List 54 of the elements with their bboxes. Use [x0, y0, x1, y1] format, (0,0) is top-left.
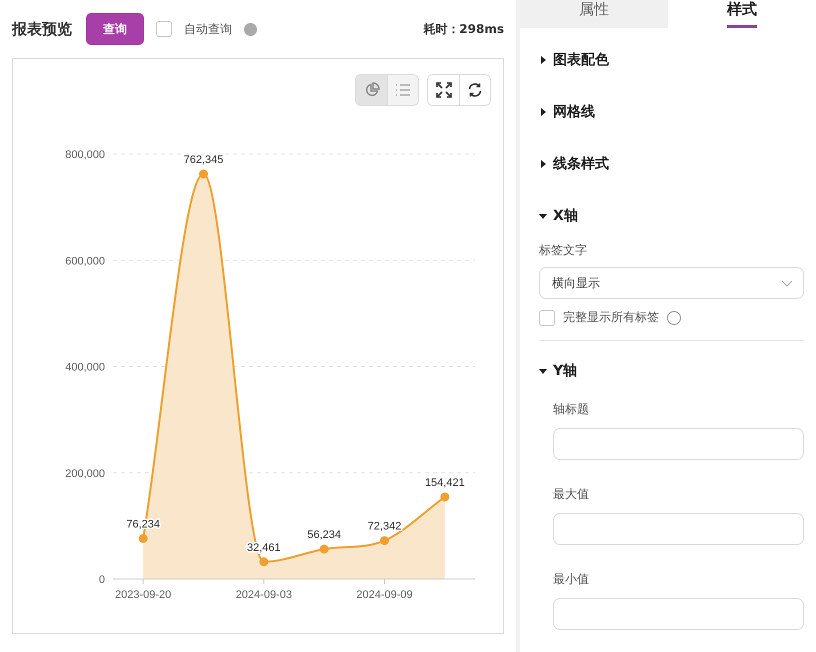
data-point	[199, 170, 208, 178]
caret-right-icon	[539, 108, 547, 116]
field-label: 标签文字	[539, 242, 588, 259]
section-header[interactable]: 线条样式	[539, 138, 609, 190]
data-point	[380, 536, 389, 546]
x-axis-label: 2023-09-20	[115, 589, 172, 601]
field-label: 最小值	[553, 571, 590, 588]
y-axis-label: 0	[98, 574, 105, 586]
data-label: 154,421	[424, 476, 465, 489]
elapsed-time: 耗时：298ms	[423, 20, 504, 38]
panel-tab[interactable]: 属性	[520, 0, 668, 28]
help-icon	[667, 310, 681, 324]
data-point	[259, 557, 268, 566]
expand-icon	[436, 82, 452, 98]
input-field[interactable]	[553, 598, 804, 630]
x-axis-label: 2024-09-09	[356, 589, 413, 601]
data-label: 72,342	[368, 520, 402, 533]
chart-view-button[interactable]	[356, 75, 387, 105]
y-axis-label: 800,000	[65, 149, 105, 161]
data-point	[138, 534, 148, 543]
y-axis-label: 600,000	[65, 255, 105, 268]
y-axis-label: 200,000	[65, 468, 105, 480]
refresh-button[interactable]	[459, 75, 490, 105]
label-text-select[interactable]: 横向显示	[539, 267, 804, 299]
chevron-down-icon	[781, 280, 793, 286]
input-field[interactable]	[553, 428, 804, 460]
section-header[interactable]: Y轴	[539, 345, 578, 397]
query-button[interactable]: 查询	[86, 13, 144, 45]
pie-chart-icon	[364, 82, 380, 98]
field-label: 最大值	[553, 486, 590, 503]
data-point	[320, 544, 329, 554]
checkbox-label: 完整显示所有标签	[563, 309, 659, 326]
refresh-icon	[467, 82, 483, 98]
section-header[interactable]: 网格线	[539, 86, 595, 138]
list-view-button[interactable]	[387, 75, 418, 105]
caret-right-icon	[539, 160, 547, 168]
checkbox[interactable]	[539, 310, 555, 326]
caret-down-icon	[539, 367, 547, 375]
auto-query-label: 自动查询	[184, 20, 232, 38]
section-header[interactable]: X轴	[539, 190, 578, 242]
data-label: 56,234	[307, 529, 341, 542]
field-label: 轴标题	[553, 401, 590, 418]
caret-down-icon	[539, 212, 547, 220]
page-title: 报表预览	[12, 20, 72, 38]
data-label: 762,345	[184, 154, 224, 166]
input-field[interactable]	[553, 513, 804, 545]
caret-right-icon	[539, 56, 547, 64]
auto-query-checkbox[interactable]	[156, 21, 172, 37]
data-point	[440, 492, 450, 502]
y-axis-label: 400,000	[65, 362, 105, 374]
x-axis-label: 2024-09-03	[236, 589, 292, 601]
section-header[interactable]: 图表配色	[539, 34, 609, 86]
list-icon	[395, 83, 411, 97]
help-icon	[244, 22, 257, 36]
